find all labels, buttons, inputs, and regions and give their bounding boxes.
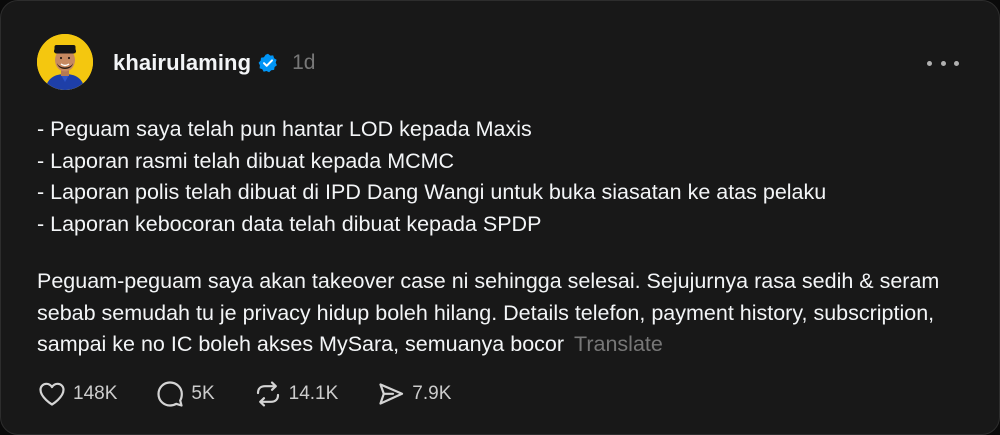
share-count: 7.9K [412, 383, 452, 404]
bullet-line: - Laporan polis telah dibuat di IPD Dang… [37, 180, 827, 204]
username[interactable]: khairulaming [113, 50, 251, 76]
post-timestamp: 1d [292, 51, 316, 74]
share-button[interactable]: 7.9K [376, 379, 451, 409]
more-options-icon[interactable] [927, 53, 959, 73]
reply-count: 5K [191, 383, 215, 404]
dot-icon [940, 60, 946, 66]
send-icon [379, 383, 404, 405]
avatar[interactable] [37, 34, 93, 90]
post-paragraph: Peguam-peguam saya akan takeover case ni… [37, 266, 977, 361]
bullet-line: - Peguam saya telah pun hantar LOD kepad… [37, 117, 532, 141]
thread-post: khairulaming 1d - Peguam saya telah pun … [0, 0, 1000, 435]
bullet-line: - Laporan rasmi telah dibuat kepada MCMC [37, 148, 455, 173]
repost-button[interactable]: 14.1K [253, 379, 339, 409]
dot-icon [927, 60, 932, 66]
like-count: 148K [73, 383, 118, 404]
post-body: - Peguam saya telah pun hantar LOD kepad… [37, 114, 977, 361]
like-button[interactable]: 148K [37, 379, 117, 409]
verified-badge-icon [258, 53, 278, 73]
post-header: khairulaming 1d [113, 47, 315, 79]
reply-button[interactable]: 5K [155, 379, 215, 409]
action-bar: 148K 5K 14.1K 7.9K [37, 377, 489, 411]
avatar-photo [37, 34, 93, 90]
paragraph-text: Peguam-peguam saya akan takeover case ni… [37, 269, 940, 356]
comment-icon [157, 381, 184, 407]
dot-icon [954, 60, 959, 66]
heart-icon [39, 382, 65, 406]
bullet-line: - Laporan kebocoran data telah dibuat ke… [37, 211, 542, 236]
translate-link[interactable]: Translate [574, 332, 663, 356]
repost-icon [256, 381, 279, 407]
repost-count: 14.1K [288, 383, 339, 404]
